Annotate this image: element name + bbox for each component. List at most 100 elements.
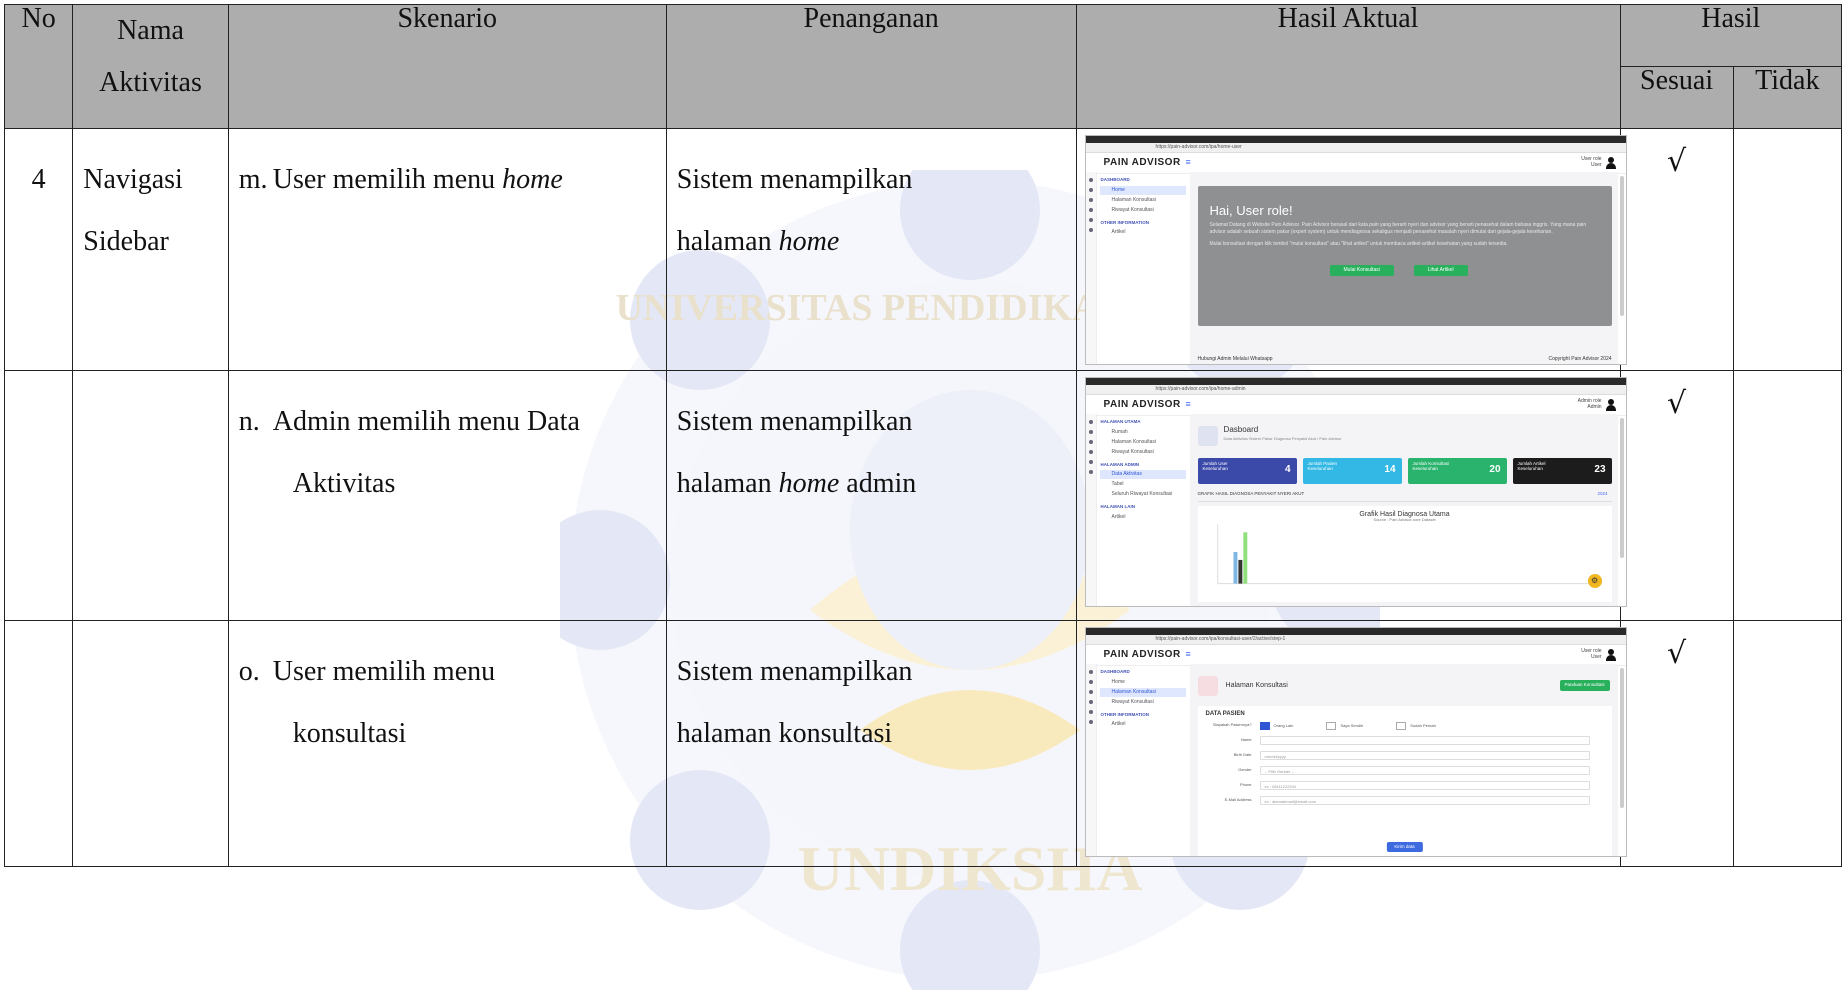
sidebar-item-riwayat: Riwayat Konsultasi [1111,448,1154,455]
welcome-paragraph-2: Mulai konsultasi dengan klik tombol "mul… [1209,241,1508,247]
sidebar-section-title: DASHBOARD [1100,669,1130,674]
patient-question-label: Siapakah Pasiennya? [1212,722,1252,727]
row-sesuai: √ [1619,370,1734,621]
row-hasil-aktual: https://pain-advisor.com/ipa/konsultasi-… [1075,620,1627,867]
row-skenario: m. User memilih menu home [227,128,667,371]
row-skenario: n. Admin memilih menu Data Aktivitas [227,370,667,621]
menu-icon: ≡ [1185,157,1191,167]
dashboard-icon [1197,426,1218,446]
sidebar: HALAMAN UTAMA Rumah Halaman Konsultasi R… [1097,414,1189,606]
list-letter: n. [238,406,260,437]
field-label: Gender [1238,767,1252,772]
skenario-line2: Aktivitas [292,468,396,499]
penanganan-line1: Sistem menampilkan [676,406,913,437]
sidebar-item-data-aktivitas: Data Aktivitas [1099,470,1186,479]
list-letter: m. [238,164,268,195]
chart-plot [1216,524,1602,585]
avatar-icon [1605,399,1616,411]
sidebar-item-artikel: Artikel [1111,513,1126,520]
row-nama-aktivitas [72,620,229,867]
row-nama-aktivitas [72,370,229,621]
header-nama-line2: Aktivitas [99,67,202,98]
sidebar-section-title: HALAMAN UTAMA [1100,419,1141,424]
birth-date-field: mm/dd/yyyy [1259,751,1590,760]
name-field [1259,736,1590,745]
diagnosis-chart: Grafik Hasil Diagnosa Utama Source : Pai… [1197,506,1612,602]
table-row: o. User memilih menu konsultasi Sistem me… [3,620,1843,867]
sidebar-item-home: Home [1099,185,1186,195]
check-mark: √ [1667,636,1687,671]
sidebar-item-konsultasi: Halaman Konsultasi [1111,196,1157,203]
konsultasi-title: Halaman Konsultasi [1225,682,1288,689]
stat-card-konsultasi: Jumlah Konsultasi Keseluruhan 20 [1407,458,1507,484]
screenshot-user-home: https://pain-advisor.com/ipa/home-user P… [1084,135,1627,365]
sidebar-section-title: HALAMAN ADMIN [1100,461,1140,467]
stat-card-pasien: Jumlah Pasien Keseluruhan 14 [1302,458,1402,484]
welcome-heading: Hai, User role! [1209,203,1293,218]
row-no [3,370,74,621]
sidebar-item-konsultasi: Halaman Konsultasi [1099,687,1186,697]
skenario-text: Admin memilih menu Data [272,406,580,437]
sidebar-section-title: OTHER INFORMATION [1100,711,1149,717]
chart-bar [1233,552,1237,584]
field-label: Name [1240,737,1252,742]
row-hasil-aktual: https://pain-advisor.com/ipa/home-admin … [1075,370,1627,621]
start-consult-button: Mulai Konsultasi [1329,265,1394,276]
skenario-line2: konsultasi [292,718,407,749]
field-label: Birth Date [1233,752,1252,757]
graph-section: GRAFIK HASIL DIAGNOSA PENYAKIT NYERI AKU… [1197,491,1612,502]
nama-line2: Sidebar [83,226,169,257]
dashboard-subtitle: Data Aktivitas Sistem Pakar Diagnosa Pen… [1223,436,1342,441]
user-name-label: User [1590,162,1602,168]
penanganan-text: halaman konsultasi [676,718,893,749]
footer-contact: Hubungi Admin Melalui Whatsapp [1197,356,1273,362]
sidebar-section-title: HALAMAN LAIN [1100,504,1136,509]
sidebar: DASHBOARD Home Halaman Konsultasi Riwaya… [1097,664,1189,856]
menu-icon: ≡ [1185,399,1191,409]
brand-logo: PAIN ADVISOR [1103,157,1181,168]
sidebar-item-riwayat: Riwayat Konsultasi [1111,206,1154,213]
row-sesuai: √ [1619,128,1734,371]
row-no [3,620,74,867]
header-hasil-aktual: Hasil Aktual [1075,4,1621,129]
row-tidak [1732,128,1843,371]
penanganan-emphasis: home [778,226,840,257]
sidebar-item-konsultasi: Halaman Konsultasi [1111,438,1157,445]
radio-saya-sendiri: Saya Sendiri [1340,723,1364,729]
email-field: ex : alamatemail@email.com [1259,796,1590,805]
penanganan-emphasis: home [778,468,840,499]
row-penanganan: Sistem menampilkan halaman home [665,128,1077,371]
stat-card-artikel: Jumlah Artikel Keseluruhan 23 [1512,458,1612,484]
chart-bar [1237,559,1242,584]
header-hasil: Hasil [1619,4,1843,67]
sidebar-item-tabel: Tabel [1111,481,1124,487]
row-sesuai: √ [1619,620,1734,867]
header-tidak: Tidak [1732,66,1843,129]
row-penanganan: Sistem menampilkan halaman konsultasi [665,620,1077,867]
table-row: 4 Navigasi Sidebar m. User memilih menu h… [3,128,1843,371]
nama-line1: Navigasi [83,164,183,195]
screenshot-konsultasi: https://pain-advisor.com/ipa/konsultasi-… [1084,627,1627,857]
footer-copyright: Copyright Pain Advisor 2024 [1548,356,1612,362]
row-skenario: o. User memilih menu konsultasi [227,620,667,867]
brand-logo: PAIN ADVISOR [1103,399,1181,410]
test-result-table: No Nama Aktivitas Skenario Penanganan Ha… [3,4,1843,867]
sidebar-item-artikel: Artikel [1111,229,1126,235]
user-name-label: User [1590,654,1602,660]
settings-gear-icon: ⚙ [1587,574,1602,588]
field-label: E-Mail Address [1224,797,1252,802]
menu-icon: ≡ [1185,649,1191,659]
konsultasi-icon [1197,676,1218,696]
row-hasil-aktual: https://pain-advisor.com/ipa/home-user P… [1075,128,1627,371]
skenario-emphasis: home [502,164,563,195]
skenario-text: User memilih menu [272,656,496,687]
phone-field: ex : 08111222334 [1259,781,1590,790]
sidebar-item-seluruh-riwayat: Seluruh Riwayat Konsultasi [1111,491,1173,497]
header-nama-aktivitas: Nama Aktivitas [72,4,229,129]
table-row: n. Admin memilih menu Data Aktivitas Sist… [3,370,1843,621]
view-article-button: Lihat Artikel [1413,265,1468,276]
header-nama-line1: Nama [117,15,184,46]
penanganan-post: admin [839,468,917,499]
welcome-paragraph: Selamat Datang di Website Pain Advisor. … [1209,222,1587,235]
gender-select: -- Pilih Gender -- [1259,766,1590,775]
